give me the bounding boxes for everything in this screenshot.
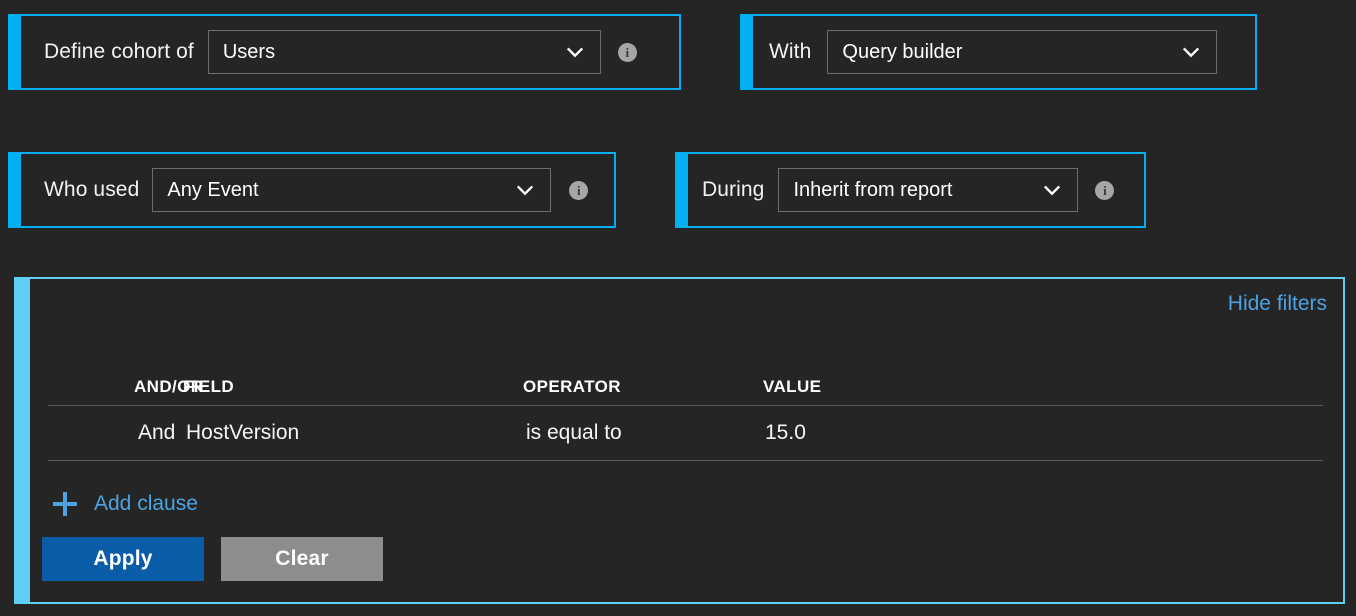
chevron-down-icon: [1041, 179, 1063, 201]
column-header-value: VALUE: [763, 377, 822, 396]
cohort-entity-select[interactable]: Users: [207, 30, 601, 74]
who-used-label: Who used: [44, 178, 140, 201]
define-cohort-label: Define cohort of: [44, 40, 194, 63]
info-icon[interactable]: i: [617, 42, 637, 62]
table-row[interactable]: And HostVersion is equal to 15.0: [48, 405, 1323, 461]
with-mode-select[interactable]: Query builder: [827, 30, 1218, 74]
column-header-operator: OPERATOR: [523, 377, 621, 396]
filter-clause-table: AND/OR FIELD OPERATOR VALUE And HostVers…: [48, 369, 1323, 461]
column-header-field: FIELD: [183, 377, 235, 396]
add-clause-label: Add clause: [94, 492, 198, 515]
who-used-panel: Who used Any Event i: [8, 152, 616, 228]
during-panel: During Inherit from report i: [675, 152, 1146, 228]
cell-value: 15.0: [765, 421, 806, 444]
during-range-select[interactable]: Inherit from report: [778, 168, 1079, 212]
info-icon[interactable]: i: [569, 180, 589, 200]
during-label: During: [702, 178, 765, 201]
cell-andor: And: [138, 421, 176, 444]
chevron-down-icon: [564, 41, 586, 63]
with-mode-value: Query builder: [842, 41, 963, 63]
add-clause-button[interactable]: Add clause: [50, 489, 198, 519]
cohort-entity-value: Users: [222, 41, 276, 63]
who-used-event-value: Any Event: [167, 179, 259, 201]
chevron-down-icon: [1180, 41, 1202, 63]
clear-button[interactable]: Clear: [221, 537, 383, 581]
column-header-andor: AND/OR: [134, 377, 204, 396]
during-range-value: Inherit from report: [793, 179, 953, 201]
hide-filters-link[interactable]: Hide filters: [1228, 292, 1327, 316]
with-label: With: [769, 40, 812, 63]
info-icon[interactable]: i: [1095, 180, 1115, 200]
who-used-event-select[interactable]: Any Event: [152, 168, 552, 212]
cell-field: HostVersion: [186, 421, 300, 444]
filters-panel: Hide filters AND/OR FIELD OPERATOR VALUE…: [14, 277, 1345, 604]
table-header-row: AND/OR FIELD OPERATOR VALUE: [48, 369, 1323, 405]
filter-actions: Apply Clear: [42, 537, 383, 581]
plus-icon: [50, 489, 80, 519]
cell-operator: is equal to: [526, 421, 622, 444]
chevron-down-icon: [514, 179, 536, 201]
define-cohort-panel: Define cohort of Users i: [8, 14, 681, 90]
apply-button[interactable]: Apply: [42, 537, 204, 581]
with-panel: With Query builder: [740, 14, 1257, 90]
